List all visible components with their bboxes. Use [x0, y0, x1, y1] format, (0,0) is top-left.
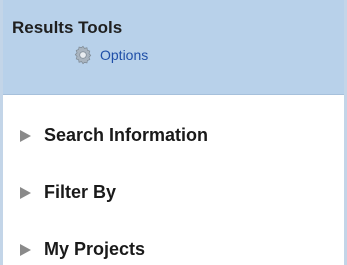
- options-link[interactable]: Options: [72, 44, 344, 66]
- expand-arrow-icon: [20, 186, 31, 199]
- section-label: Filter By: [44, 182, 117, 202]
- gear-icon: [74, 45, 92, 65]
- section-filter-by[interactable]: Filter By: [3, 164, 344, 221]
- expand-arrow-icon: [20, 129, 31, 142]
- section-label: Search Information: [44, 125, 209, 145]
- section-label: My Projects: [44, 239, 146, 259]
- section-search-information[interactable]: Search Information: [3, 107, 344, 164]
- section-my-projects[interactable]: My Projects: [3, 221, 344, 265]
- expand-arrow-icon: [20, 243, 31, 256]
- results-tools-panel: Results Tools Options Search Information…: [0, 0, 347, 265]
- section-list: Search Information Filter By My Projects: [3, 95, 344, 265]
- panel-header: Results Tools Options: [3, 0, 344, 95]
- options-label: Options: [100, 47, 149, 63]
- panel-title: Results Tools: [12, 18, 123, 37]
